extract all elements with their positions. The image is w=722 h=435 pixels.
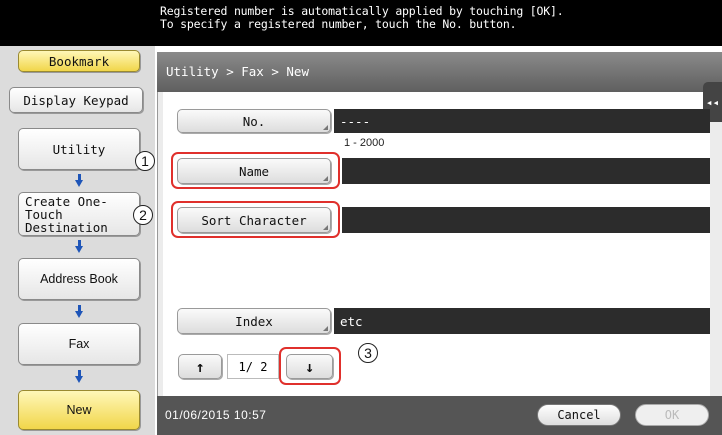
sidebar-item-fax[interactable]: Fax [18, 323, 140, 365]
arrow-down-icon [75, 305, 83, 318]
timestamp: 01/06/2015 10:57 [165, 408, 267, 422]
sort-character-field[interactable] [342, 207, 710, 233]
cancel-button[interactable]: Cancel [537, 404, 621, 426]
callout-3-highlight [279, 347, 341, 385]
display-keypad-button[interactable]: Display Keypad [9, 87, 143, 113]
number-range: 1 - 2000 [344, 137, 385, 149]
breadcrumb-bar: Utility > Fax > New [157, 52, 722, 92]
number-button[interactable]: No. [177, 109, 331, 133]
number-field[interactable]: ---- [334, 109, 710, 133]
sidebar-item-address-book[interactable]: Address Book [18, 258, 140, 300]
arrow-down-icon [75, 370, 83, 383]
sidebar-item-utility[interactable]: Utility [18, 128, 140, 170]
form-area [163, 92, 710, 396]
status-bar: 01/06/2015 10:57 Cancel OK [157, 396, 722, 435]
instruction-bar: Registered number is automatically appli… [0, 0, 722, 46]
page-up-button[interactable]: ↑ [178, 354, 222, 379]
instruction-text: Registered number is automatically appli… [160, 4, 564, 31]
index-field[interactable]: etc [334, 308, 710, 334]
callout-number-2: 2 [133, 205, 153, 225]
callout-number-1: 1 [135, 151, 155, 171]
callout-number-3: 3 [358, 343, 378, 363]
breadcrumb: Utility > Fax > New [166, 64, 309, 79]
arrow-down-icon [75, 240, 83, 253]
name-field[interactable] [342, 158, 710, 184]
index-button[interactable]: Index [177, 308, 331, 334]
ok-button[interactable]: OK [635, 404, 709, 426]
page-indicator: 1/ 2 [227, 354, 279, 379]
callout-1-highlight [171, 152, 340, 189]
arrow-down-icon [75, 174, 83, 187]
sidebar-item-create-one-touch[interactable]: Create One-Touch Destination [18, 192, 140, 236]
callout-2-highlight [171, 201, 340, 238]
sidebar-item-new[interactable]: New [18, 390, 140, 430]
bookmark-button[interactable]: Bookmark [18, 50, 140, 72]
